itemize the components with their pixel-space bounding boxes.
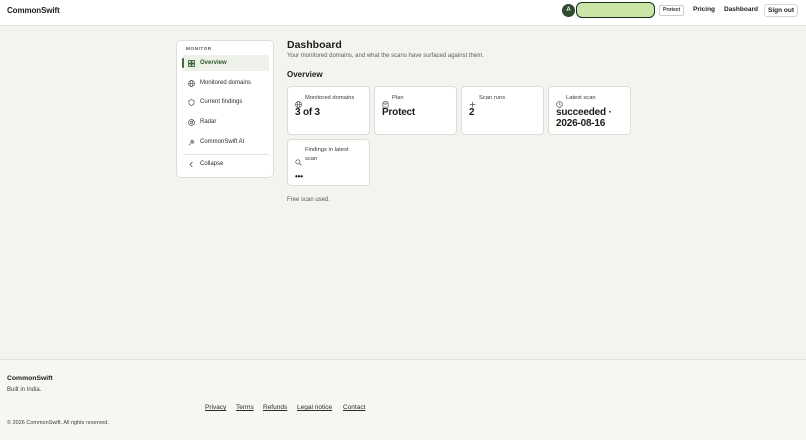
card-label-line1: Findings in latest	[305, 147, 349, 153]
card-label: Plan	[392, 95, 404, 101]
sidebar-item-radar[interactable]: Radar	[182, 114, 269, 130]
footer-link-terms[interactable]: Terms	[236, 404, 254, 411]
sidebar-item-label: Radar	[200, 119, 217, 125]
page-title: Dashboard	[287, 39, 342, 51]
grid-icon	[187, 59, 195, 67]
card-monitored-domains[interactable]: Monitored domains 3 of 3	[287, 86, 370, 135]
card-value: 3 of 3	[295, 107, 320, 118]
sidebar-item-label: Current findings	[200, 99, 243, 105]
footer-brand: CommonSwift	[7, 375, 53, 382]
top-header: CommonSwift A Protect Pricing Dashboard …	[0, 0, 806, 26]
plus-icon	[469, 95, 476, 108]
globe-icon	[187, 79, 195, 87]
avatar[interactable]: A	[562, 4, 575, 17]
shield-icon	[187, 98, 195, 106]
page-subtitle: Your monitored domains, and what the sca…	[287, 53, 484, 59]
spark-icon	[187, 138, 195, 146]
footer: CommonSwift Built in India. Privacy Term…	[0, 359, 806, 440]
plan-badge: Protect	[659, 5, 685, 16]
card-value: 2	[469, 107, 475, 118]
footer-link-refunds[interactable]: Refunds	[263, 404, 287, 411]
card-label: Monitored domains	[305, 95, 355, 101]
brand-logo[interactable]: CommonSwift	[7, 6, 60, 15]
sidebar-divider	[183, 154, 269, 155]
section-title-overview: Overview	[287, 70, 323, 79]
sidebar-item-label: Overview	[200, 60, 227, 66]
highlight-pill[interactable]	[576, 2, 655, 18]
sign-out-button[interactable]: Sign out	[764, 4, 798, 17]
sidebar-item-current-findings[interactable]: Current findings	[182, 94, 269, 110]
sidebar-item-monitored-domains[interactable]: Monitored domains	[182, 75, 269, 91]
card-label-line2: scan	[305, 156, 318, 162]
nav-dashboard-link[interactable]: Dashboard	[724, 6, 758, 13]
footer-tagline: Built in India.	[7, 387, 42, 393]
clock-icon	[556, 95, 563, 108]
card-value: Protect	[382, 107, 416, 118]
sidebar-item-commonswift-ai[interactable]: CommonSwift AI	[182, 134, 269, 150]
sidebar-item-label: CommonSwift AI	[200, 139, 245, 145]
globe-icon	[295, 95, 302, 108]
card-label: Scan runs	[479, 95, 506, 101]
nav-pricing-link[interactable]: Pricing	[693, 6, 715, 13]
search-icon	[295, 153, 302, 166]
card-plan[interactable]: Plan Protect	[374, 86, 457, 135]
sidebar-heading: MONITOR	[186, 46, 212, 51]
card-scan-runs[interactable]: Scan runs 2	[461, 86, 544, 135]
radar-icon	[187, 118, 195, 126]
chevron-left-icon	[187, 160, 195, 168]
loading-indicator: •••	[295, 172, 303, 181]
sidebar-item-label: Monitored domains	[200, 80, 252, 86]
card-latest-scan[interactable]: Latest scan succeeded · 2026-08-16	[548, 86, 631, 135]
sidebar-item-overview[interactable]: Overview	[182, 55, 269, 71]
box-icon	[382, 95, 389, 108]
card-label: Latest scan	[566, 95, 596, 101]
card-label: Findings in latest scan	[305, 146, 365, 164]
sidebar: MONITOR Overview Monitored domains Curre…	[176, 40, 274, 178]
sidebar-collapse-button[interactable]: Collapse	[182, 156, 269, 172]
collapse-label: Collapse	[200, 161, 224, 167]
card-findings-latest-scan[interactable]: Findings in latest scan •••	[287, 139, 370, 186]
footer-link-legal-notice[interactable]: Legal notice	[297, 404, 332, 411]
free-scan-note: Free scan used.	[287, 197, 331, 203]
card-value-date: 2026-08-16	[556, 118, 606, 129]
card-value-status: succeeded ·	[556, 107, 612, 118]
footer-link-contact[interactable]: Contact	[343, 404, 365, 411]
footer-link-privacy[interactable]: Privacy	[205, 404, 226, 411]
footer-copyright: © 2026 CommonSwift. All rights reserved.	[7, 420, 109, 426]
